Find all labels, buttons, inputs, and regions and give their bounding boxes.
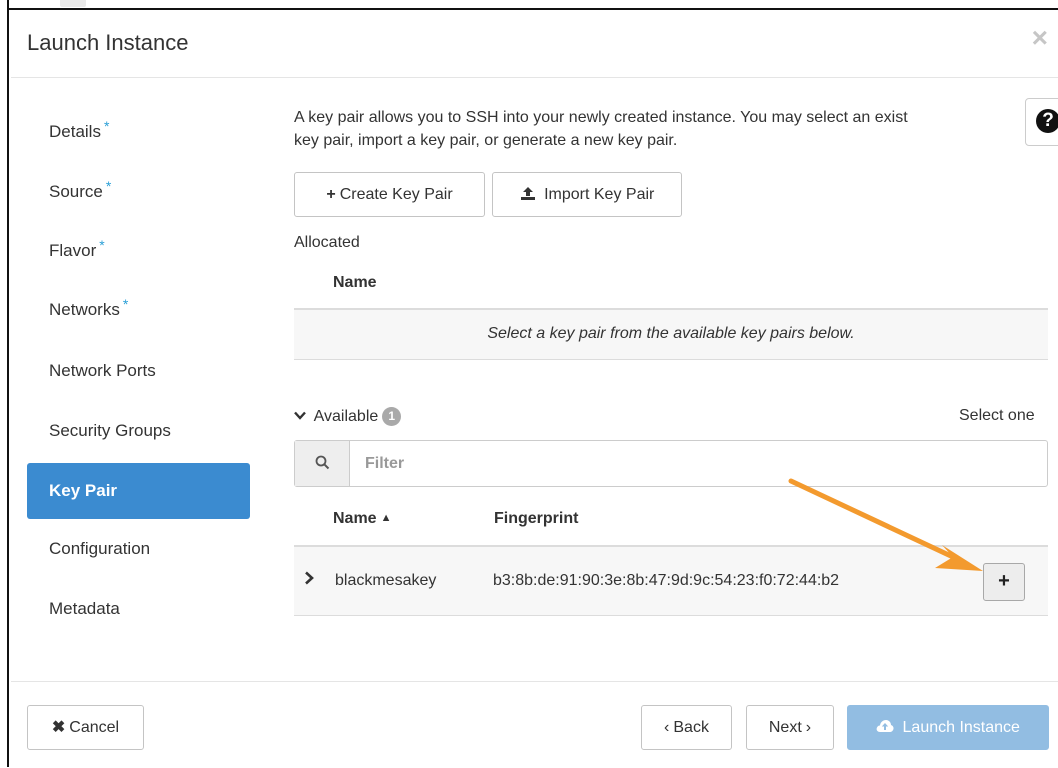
plus-icon: + (326, 186, 336, 203)
allocate-key-pair-button[interactable]: + (983, 563, 1025, 601)
key-pair-description: A key pair allows you to SSH into your n… (294, 106, 1034, 152)
chevron-right-icon[interactable] (304, 569, 314, 590)
create-key-pair-label: Create Key Pair (339, 186, 453, 203)
x-icon: ✖ (51, 719, 66, 736)
required-star: * (122, 296, 129, 312)
required-star: * (99, 237, 105, 253)
sidebar-item-label: Details (49, 122, 101, 141)
sidebar-item-label: Flavor (49, 241, 97, 260)
sidebar-item-configuration[interactable]: Configuration (27, 521, 250, 577)
description-line: key pair, import a key pair, or generate… (294, 132, 678, 149)
required-star: * (103, 118, 110, 134)
sidebar-item-label: Metadata (49, 599, 120, 618)
help-icon: ? (1036, 109, 1058, 133)
key-pair-name: blackmesakey (335, 572, 437, 589)
sidebar-item-label: Security Groups (49, 421, 171, 440)
available-label: Available (313, 408, 379, 425)
required-star: * (105, 178, 112, 194)
available-count-badge: 1 (382, 407, 402, 426)
filter-box (294, 440, 1048, 487)
window-top-strip (0, 0, 1058, 8)
next-label: Next (768, 719, 802, 736)
sidebar-item-details[interactable]: Details * (27, 104, 250, 160)
launch-instance-button[interactable]: Launch Instance (847, 705, 1049, 750)
chevron-left-icon: ‹ (664, 719, 670, 736)
help-button[interactable]: ? (1025, 98, 1058, 146)
select-one-hint: Select one (959, 407, 1035, 424)
sidebar-item-label: Source (49, 182, 103, 201)
name-column-header[interactable]: Name ▲ (333, 510, 391, 528)
modal-footer: ✖ Cancel ‹ Back Next › Launch Instance (11, 681, 1058, 768)
allocated-label: Allocated (294, 234, 360, 251)
modal-title: Launch Instance (27, 30, 189, 55)
cancel-button[interactable]: ✖ Cancel (27, 705, 144, 750)
sidebar-item-security-groups[interactable]: Security Groups (27, 403, 250, 459)
sidebar-item-label: Key Pair (49, 481, 118, 500)
sidebar-item-label: Network Ports (49, 361, 156, 380)
sort-ascending-icon: ▲ (380, 512, 392, 524)
search-icon (295, 441, 350, 486)
window-frame-left (0, 0, 9, 767)
sidebar-item-flavor[interactable]: Flavor * (27, 223, 250, 279)
cancel-label: Cancel (69, 719, 120, 736)
window-tab-fragment (60, 0, 86, 7)
import-key-pair-label: Import Key Pair (544, 186, 655, 203)
sidebar-item-network-ports[interactable]: Network Ports (27, 343, 250, 399)
chevron-right-icon: › (805, 719, 812, 736)
sidebar-item-networks[interactable]: Networks * (27, 282, 250, 338)
create-key-pair-button[interactable]: + Create Key Pair (294, 172, 485, 217)
chevron-down-icon (294, 409, 310, 424)
modal-header: Launch Instance × (11, 10, 1058, 78)
import-key-pair-button[interactable]: Import Key Pair (492, 172, 682, 217)
sidebar-item-source[interactable]: Source * (27, 164, 250, 220)
launch-instance-label: Launch Instance (902, 719, 1020, 736)
available-toggle[interactable]: Available 1 (294, 407, 402, 426)
name-column-label: Name (333, 510, 377, 527)
allocated-empty-message: Select a key pair from the available key… (294, 308, 1048, 360)
next-button[interactable]: Next › (746, 705, 834, 750)
sidebar-item-metadata[interactable]: Metadata (27, 581, 250, 637)
cloud-upload-icon (876, 719, 898, 736)
sidebar-item-label: Networks (49, 300, 120, 319)
fingerprint-column-header: Fingerprint (494, 510, 579, 527)
sidebar-item-label: Configuration (49, 539, 151, 558)
sidebar-item-key-pair[interactable]: Key Pair (27, 463, 250, 519)
allocated-name-header: Name (333, 274, 377, 291)
description-line: A key pair allows you to SSH into your n… (294, 109, 908, 126)
back-label: Back (673, 719, 709, 736)
upload-icon (520, 186, 540, 203)
launch-instance-modal: Launch Instance × Details * Source * Flavo… (11, 10, 1058, 767)
back-button[interactable]: ‹ Back (641, 705, 732, 750)
key-pair-fingerprint: b3:8b:de:91:90:3e:8b:47:9d:9c:54:23:f0:7… (493, 572, 840, 589)
filter-input[interactable] (363, 451, 967, 477)
table-row: blackmesakey b3:8b:de:91:90:3e:8b:47:9d:… (294, 545, 1048, 616)
close-icon[interactable]: × (1032, 24, 1048, 52)
